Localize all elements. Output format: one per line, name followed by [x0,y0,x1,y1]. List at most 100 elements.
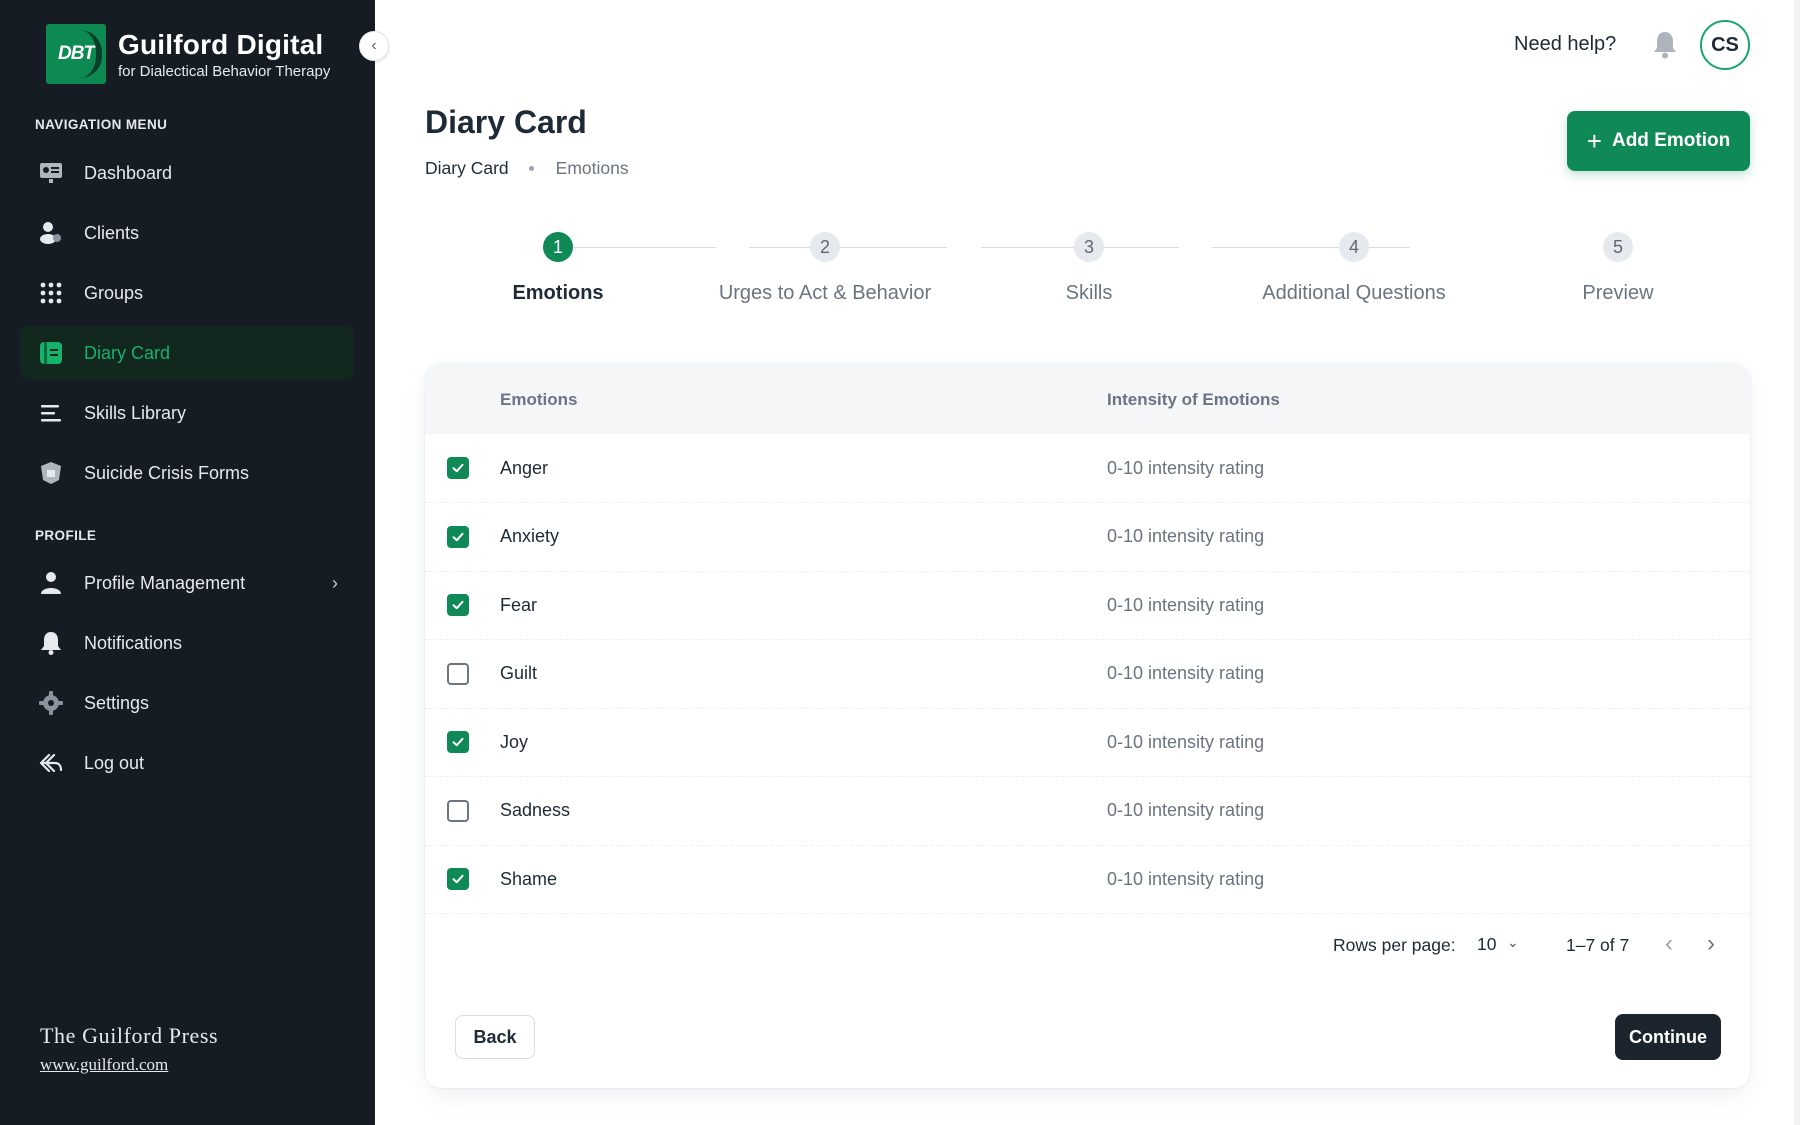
sidebar-item-log-out[interactable]: Log out [20,736,354,790]
page-range: 1–7 of 7 [1566,935,1630,955]
collapse-sidebar-button[interactable]: ‹ [359,31,389,61]
next-page-button[interactable]: › [1707,930,1715,958]
chevron-left-icon: ‹ [371,37,377,54]
sidebar-item-skills-library[interactable]: Skills Library [20,386,354,440]
brand-subtitle: for Dialectical Behavior Therapy [118,62,331,80]
row-checkbox[interactable] [447,525,469,548]
intensity-rating: 0-10 intensity rating [1107,457,1265,478]
sidebar-item-notifications[interactable]: Notifications [20,616,354,670]
step-additional-questions[interactable]: 4 Additional Questions [1224,230,1484,305]
row-checkbox[interactable] [447,731,469,753]
table-row[interactable]: Shame 0-10 intensity rating [425,845,1750,914]
step-number: 5 [1603,232,1633,262]
sidebar-item-settings[interactable]: Settings [20,676,354,730]
profile-section-label: PROFILE [35,528,97,543]
sidebar-item-suicide-crisis-forms[interactable]: Suicide Crisis Forms [20,446,354,500]
column-header-emotions: Emotions [500,390,578,409]
step-label: Additional Questions [1262,282,1446,304]
add-emotion-button[interactable]: + Add Emotion [1567,111,1750,171]
logout-icon [38,750,64,776]
intensity-rating: 0-10 intensity rating [1107,594,1265,615]
rows-per-page-select[interactable]: 10 [1477,934,1496,955]
table-row[interactable]: Joy 0-10 intensity rating [425,708,1750,777]
table-row[interactable]: Sadness 0-10 intensity rating [425,777,1750,846]
emotion-name: Anger [500,457,549,478]
notifications-bell-icon[interactable] [1652,30,1678,60]
nav-section-label: NAVIGATION MENU [35,117,168,132]
chevron-right-icon: › [332,573,338,593]
publisher-link[interactable]: www.guilford.com [40,1055,218,1075]
brand[interactable]: DBT Guilford Digital for Dialectical Beh… [46,24,330,84]
chevron-down-icon[interactable]: ⌄ [1507,934,1519,951]
step-label: Skills [1065,282,1113,304]
step-number: 4 [1339,232,1369,262]
breadcrumb: Diary Card Emotions [425,158,629,179]
back-button[interactable]: Back [455,1015,535,1059]
intensity-rating: 0-10 intensity rating [1107,731,1265,752]
row-checkbox[interactable] [447,457,469,479]
row-checkbox[interactable] [447,799,469,822]
step-number: 1 [543,232,573,262]
sidebar-item-clients[interactable]: Clients [20,206,354,260]
user-icon [38,570,64,596]
column-header-intensity: Intensity of Emotions [1107,390,1280,409]
step-preview[interactable]: 5 Preview [1488,230,1748,305]
emotion-name: Joy [500,731,529,752]
stepper: 1 Emotions 2 Urges to Act & Behavior 3 S… [425,230,1750,310]
intensity-rating: 0-10 intensity rating [1107,868,1265,889]
sidebar-item-groups[interactable]: Groups [20,266,354,320]
emotion-name: Shame [500,868,558,889]
table-row[interactable]: Anxiety 0-10 intensity rating [425,503,1750,572]
grid-icon [38,280,64,306]
emotion-name: Guilt [500,663,538,683]
sidebar-item-profile-management[interactable]: Profile Management › [20,556,354,610]
clients-icon [38,220,64,246]
table-row[interactable]: Anger 0-10 intensity rating [425,434,1750,503]
list-icon [38,400,64,426]
step-urges[interactable]: 2 Urges to Act & Behavior [695,230,955,305]
previous-page-button[interactable]: ‹ [1665,930,1673,958]
intensity-rating: 0-10 intensity rating [1107,663,1265,683]
table-row[interactable]: Guilt 0-10 intensity rating [425,640,1750,709]
breadcrumb-item-diary-card[interactable]: Diary Card [425,158,509,179]
user-avatar[interactable]: CS [1700,20,1750,70]
bell-icon [38,630,64,656]
page-title: Diary Card [425,104,587,140]
row-checkbox[interactable] [447,594,469,616]
sidebar-item-diary-card[interactable]: Diary Card [20,326,354,380]
step-skills[interactable]: 3 Skills [959,230,1219,305]
table-row[interactable]: Fear 0-10 intensity rating [425,571,1750,640]
step-label: Preview [1582,282,1654,304]
logo-swoosh-icon [80,30,102,78]
pagination: Rows per page: 10 ⌄ 1–7 of 7 ‹ › [425,930,1750,960]
step-number: 2 [810,232,840,262]
step-number: 3 [1074,232,1104,262]
breadcrumb-separator [528,166,534,171]
dbt-logo: DBT [46,24,106,84]
emotion-name: Fear [500,594,538,615]
sidebar: DBT Guilford Digital for Dialectical Beh… [0,0,375,1125]
brand-title: Guilford Digital [118,28,324,60]
intensity-rating: 0-10 intensity rating [1107,526,1265,546]
step-label: Emotions [512,282,604,304]
breadcrumb-item-current: Emotions [555,158,629,178]
crisis-form-icon [38,460,64,486]
emotion-name: Anxiety [500,526,560,546]
table-header: Emotions Intensity of Emotions [425,364,1750,434]
sidebar-item-dashboard[interactable]: Dashboard [20,146,354,200]
page-scrollbar[interactable] [1794,0,1800,1125]
rows-per-page-label: Rows per page: [1333,935,1456,955]
row-checkbox[interactable] [447,868,469,890]
emotions-card: Emotions Intensity of Emotions Anger 0-10… [425,364,1750,1088]
intensity-rating: 0-10 intensity rating [1107,800,1265,820]
step-emotions[interactable]: 1 Emotions [428,230,688,305]
continue-button[interactable]: Continue [1615,1014,1721,1060]
dashboard-icon [38,160,64,186]
row-checkbox[interactable] [447,662,469,685]
gear-icon [38,690,64,716]
step-label: Urges to Act & Behavior [718,282,932,304]
publisher-footer: The Guilford Press www.guilford.com [40,1023,218,1075]
need-help-link[interactable]: Need help? [1514,33,1616,56]
diary-card-icon [38,340,64,366]
plus-icon: + [1586,126,1602,156]
